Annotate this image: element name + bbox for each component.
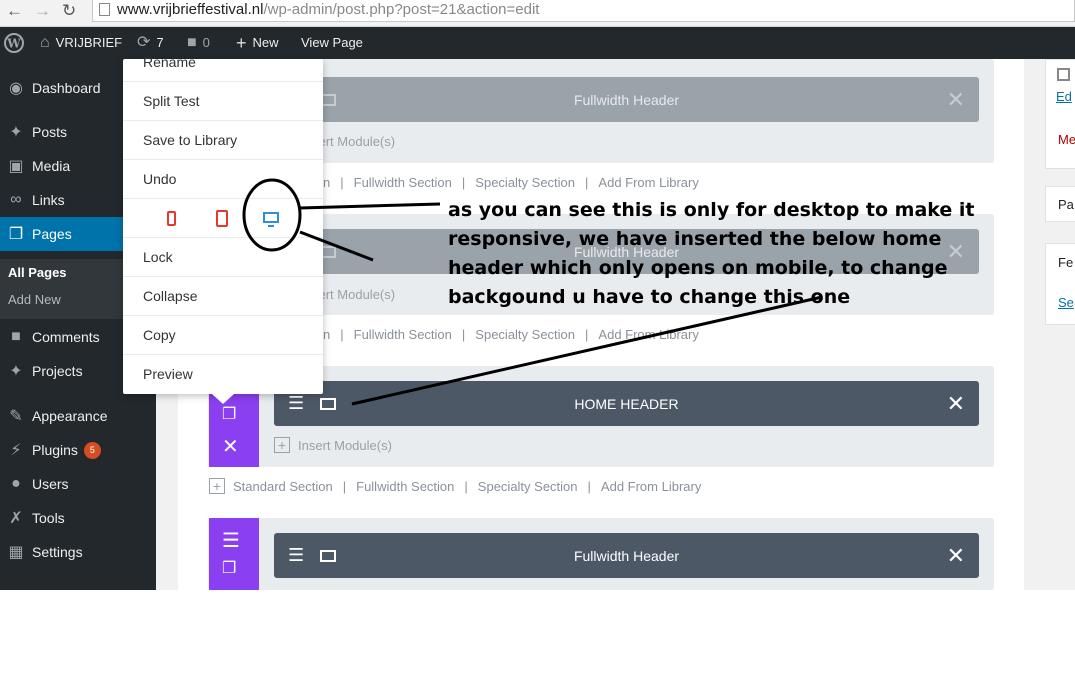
context-split-test[interactable]: Split Test bbox=[123, 82, 323, 121]
menu-tools[interactable]: ✗ Tools bbox=[0, 501, 156, 535]
close-icon[interactable]: ✕ bbox=[947, 87, 965, 113]
site-name-link[interactable]: ⌂ VRIJBRIEF bbox=[40, 27, 122, 59]
duplicate-icon[interactable]: ❐ bbox=[222, 404, 236, 424]
menu-users[interactable]: ● Users bbox=[0, 467, 156, 501]
url-text: www.vrijbrieffestival.nl/wp-admin/post.p… bbox=[117, 1, 540, 18]
wordpress-logo[interactable]: W bbox=[4, 27, 24, 59]
plus-icon: + bbox=[209, 478, 225, 494]
add-section-links: n | Fullwidth Section | Specialty Section | Ad… bbox=[323, 175, 699, 190]
calendar-icon bbox=[1057, 68, 1070, 81]
menu-appearance[interactable]: ✎ Appearance bbox=[0, 399, 156, 433]
context-collapse[interactable]: Collapse bbox=[123, 277, 323, 316]
page-icon bbox=[99, 3, 110, 16]
back-icon[interactable]: ← bbox=[6, 0, 23, 22]
dashboard-icon: ◉ bbox=[9, 80, 23, 97]
insert-module-link[interactable]: + Insert Module(s) bbox=[274, 437, 392, 453]
plugins-update-badge: 5 bbox=[83, 441, 101, 459]
close-icon[interactable]: ✕ bbox=[222, 434, 239, 459]
close-icon[interactable]: ✕ bbox=[947, 391, 965, 417]
add-section-links: n | Fullwidth Section | Specialty Section | Ad… bbox=[323, 327, 699, 342]
section-handle[interactable]: ☰ ❐ bbox=[209, 518, 259, 590]
insert-module-link[interactable]: sert Module(s) bbox=[312, 134, 395, 149]
duplicate-icon[interactable] bbox=[320, 549, 336, 562]
add-section-links: + Standard Section | Fullwidth Section | Spec… bbox=[209, 478, 701, 494]
phone-icon[interactable] bbox=[167, 211, 176, 226]
hamburger-icon[interactable]: ☰ bbox=[222, 528, 240, 553]
hamburger-icon[interactable]: ☰ bbox=[288, 545, 304, 566]
context-rename[interactable]: Rename bbox=[123, 42, 323, 82]
insert-module-link[interactable]: sert Module(s) bbox=[312, 287, 395, 302]
pages-icon: ❐ bbox=[8, 226, 24, 243]
menu-settings[interactable]: ▦ Settings bbox=[0, 535, 156, 569]
browser-toolbar: ← → ↻ www.vrijbrieffestival.nl/wp-admin/… bbox=[0, 0, 1075, 27]
duplicate-icon[interactable]: ❐ bbox=[222, 558, 236, 578]
annotation-text: as you can see this is only for desktop … bbox=[448, 199, 975, 308]
link-icon: ∞ bbox=[10, 191, 22, 208]
context-undo[interactable]: Undo bbox=[123, 160, 323, 199]
row-header-bar[interactable]: ☰ Fullwidth Header ✕ bbox=[274, 533, 979, 578]
forward-icon[interactable]: → bbox=[34, 0, 51, 22]
desktop-icon[interactable] bbox=[263, 212, 279, 227]
close-icon[interactable]: ✕ bbox=[947, 543, 965, 569]
submenu-all-pages[interactable]: All Pages bbox=[8, 265, 67, 280]
row-context-menu: Rename Split Test Save to Library Undo L… bbox=[123, 54, 323, 404]
page-attributes-panel: Pa bbox=[1045, 186, 1075, 222]
plugin-icon: ⚡ bbox=[10, 442, 22, 459]
reload-icon[interactable]: ↻ bbox=[62, 0, 76, 22]
pin-icon: ✦ bbox=[9, 124, 23, 141]
context-preview[interactable]: Preview bbox=[123, 355, 323, 394]
submenu-add-new[interactable]: Add New bbox=[8, 292, 61, 307]
pin-icon: ✦ bbox=[9, 363, 23, 380]
featured-image-panel: Fe Se bbox=[1045, 243, 1075, 325]
home-icon: ⌂ bbox=[40, 34, 50, 51]
address-bar[interactable]: www.vrijbrieffestival.nl/wp-admin/post.p… bbox=[92, 0, 1075, 22]
hamburger-icon[interactable]: ☰ bbox=[288, 393, 304, 414]
publish-panel: Ed Me bbox=[1045, 59, 1075, 169]
context-lock[interactable]: Lock bbox=[123, 238, 323, 277]
row-header-bar-home[interactable]: ☰ HOME HEADER ✕ bbox=[274, 381, 979, 426]
svg-text:W: W bbox=[6, 37, 21, 51]
comment-icon: ■ bbox=[11, 328, 21, 345]
menu-pointer bbox=[212, 394, 234, 404]
context-save-to-library[interactable]: Save to Library bbox=[123, 121, 323, 160]
row-header-bar[interactable]: Fullwidth Header ✕ bbox=[274, 77, 979, 122]
wordpress-icon: W bbox=[4, 33, 24, 53]
user-icon: ● bbox=[11, 475, 21, 492]
menu-plugins[interactable]: ⚡ Plugins 5 bbox=[0, 433, 156, 467]
wrench-icon: ✗ bbox=[9, 510, 23, 527]
brush-icon: ✎ bbox=[9, 408, 23, 425]
device-visibility-row bbox=[123, 199, 323, 238]
tablet-icon[interactable] bbox=[216, 210, 228, 227]
context-copy[interactable]: Copy bbox=[123, 316, 323, 355]
duplicate-icon[interactable] bbox=[320, 397, 336, 410]
plus-icon: + bbox=[274, 437, 290, 453]
media-icon: ▣ bbox=[8, 158, 24, 175]
settings-icon: ▦ bbox=[8, 544, 24, 561]
